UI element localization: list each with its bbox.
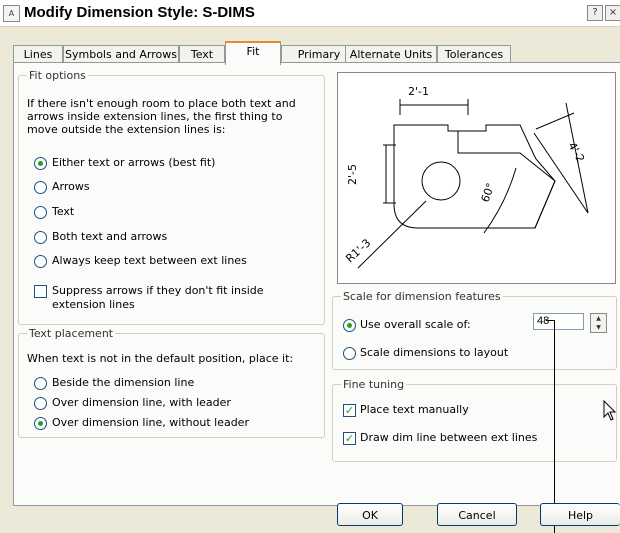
- dialog-title: Modify Dimension Style: S-DIMS: [24, 4, 255, 21]
- preview-notch: [457, 131, 486, 154]
- radio-label-both: Both text and arrows: [52, 230, 168, 243]
- ok-button[interactable]: OK: [337, 503, 403, 526]
- preview-circle: [421, 161, 461, 201]
- radio-label-over-without-leader: Over dimension line, without leader: [52, 416, 249, 429]
- radio-beside-dimension-line[interactable]: [34, 377, 47, 390]
- preview-dim-radius: R1'-3: [343, 236, 373, 265]
- radio-label-beside: Beside the dimension line: [52, 376, 195, 389]
- radio-arrows[interactable]: [34, 181, 47, 194]
- radio-label-use-overall-scale: Use overall scale of:: [360, 318, 471, 331]
- place-text-manually-label: Place text manually: [360, 403, 469, 416]
- preview-radius-leader: [357, 200, 427, 269]
- preview-dim-top: 2'-1: [408, 85, 429, 98]
- preview-dim-top-line: [399, 99, 469, 115]
- radio-label-either: Either text or arrows (best fit): [52, 156, 216, 169]
- text-placement-title: Text placement: [27, 327, 116, 340]
- draw-dim-line-label: Draw dim line between ext lines: [360, 431, 538, 444]
- fit-description-line-1: If there isn't enough room to place both…: [27, 97, 296, 110]
- overall-scale-input[interactable]: [533, 313, 584, 330]
- help-button[interactable]: Help: [540, 503, 620, 526]
- suppress-arrows-label-2: extension lines: [52, 298, 135, 311]
- radio-label-scale-to-layout: Scale dimensions to layout: [360, 346, 509, 359]
- spin-down-icon[interactable]: ▼: [591, 323, 606, 332]
- radio-label-always-keep: Always keep text between ext lines: [52, 254, 247, 267]
- fit-description-line-2: arrows inside extension lines, the first…: [27, 110, 283, 123]
- tab-text[interactable]: Text: [179, 45, 225, 63]
- close-button[interactable]: ×: [605, 5, 620, 21]
- radio-always-keep-text[interactable]: [34, 255, 47, 268]
- radio-label-text: Text: [52, 205, 75, 218]
- suppress-arrows-checkbox[interactable]: [34, 285, 47, 298]
- draw-dim-line-checkbox[interactable]: ✓: [343, 432, 356, 445]
- preview-dim-left: 2'-5: [346, 164, 359, 185]
- radio-text[interactable]: [34, 206, 47, 219]
- fine-tuning-group: Fine tuning: [332, 378, 617, 462]
- preview-dim-angle: 60°: [479, 181, 498, 204]
- tab-lines[interactable]: Lines: [13, 45, 63, 63]
- tab-symbols-and-arrows[interactable]: Symbols and Arrows: [63, 45, 179, 63]
- annotation-pointer-line: [554, 320, 555, 533]
- place-text-manually-checkbox[interactable]: ✓: [343, 404, 356, 417]
- dialog-window: A Modify Dimension Style: S-DIMS ? × Lin…: [0, 0, 620, 533]
- radio-use-overall-scale[interactable]: [343, 319, 356, 332]
- radio-both-text-and-arrows[interactable]: [34, 231, 47, 244]
- annotation-pointer-tick: [546, 320, 555, 321]
- fit-options-title: Fit options: [27, 69, 88, 82]
- dimension-preview: 2'-1 2'-5 4'-2 R1'-3 60°: [337, 72, 616, 284]
- radio-label-arrows: Arrows: [52, 180, 90, 193]
- preview-shape: [393, 124, 556, 229]
- fit-description-line-3: move outside the extension lines is:: [27, 123, 226, 136]
- preview-triangle: [486, 152, 556, 229]
- radio-over-with-leader[interactable]: [34, 397, 47, 410]
- fine-tuning-title: Fine tuning: [341, 378, 407, 391]
- help-title-button[interactable]: ?: [587, 5, 603, 21]
- preview-drawing: 2'-1 2'-5 4'-2 R1'-3 60°: [343, 85, 589, 269]
- radio-label-over-with-leader: Over dimension line, with leader: [52, 396, 231, 409]
- title-bar: A Modify Dimension Style: S-DIMS ? ×: [0, 0, 620, 27]
- autocad-icon: A: [3, 5, 20, 22]
- suppress-arrows-label-1: Suppress arrows if they don't fit inside: [52, 284, 264, 297]
- scale-title: Scale for dimension features: [341, 290, 503, 303]
- preview-dim-right: 4'-2: [565, 140, 587, 165]
- radio-over-without-leader[interactable]: [34, 417, 47, 430]
- cancel-button[interactable]: Cancel: [437, 503, 517, 526]
- scale-spinner[interactable]: ▲ ▼: [590, 313, 607, 333]
- tab-alternate-units[interactable]: Alternate Units: [345, 45, 437, 63]
- spin-up-icon[interactable]: ▲: [591, 314, 606, 323]
- tab-fit[interactable]: Fit: [225, 41, 281, 65]
- tab-tolerances[interactable]: Tolerances: [437, 45, 511, 63]
- radio-scale-to-layout[interactable]: [343, 347, 356, 360]
- mouse-cursor-icon: [603, 400, 617, 421]
- radio-either-text-or-arrows[interactable]: [34, 157, 47, 170]
- text-placement-description: When text is not in the default position…: [27, 352, 294, 365]
